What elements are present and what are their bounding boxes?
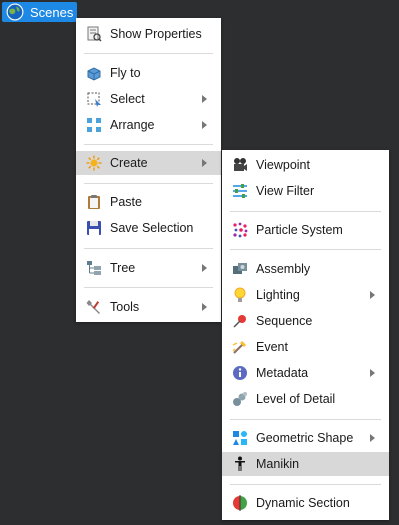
manikin-icon: [235, 456, 245, 471]
properties-icon: [87, 26, 102, 42]
arrange-icon: [87, 118, 101, 132]
menu-item-label: Assembly: [256, 262, 311, 276]
geometric-shape-icon: [233, 431, 247, 445]
menu-item-label: Arrange: [110, 118, 155, 132]
info-icon: [233, 366, 247, 380]
menu-item-label: Manikin: [256, 457, 300, 471]
chevron-right-icon: [202, 95, 207, 103]
menu-item-label: Viewpoint: [256, 158, 310, 172]
camera-icon: [234, 158, 247, 171]
create-submenu: Viewpoint View Filter Particle System As…: [222, 150, 389, 520]
scenes-button[interactable]: Scenes: [2, 2, 77, 22]
menu-item-geometric-shape[interactable]: Geometric Shape: [222, 426, 389, 450]
lightbulb-icon: [234, 287, 246, 302]
chevron-right-icon: [202, 159, 207, 167]
clipboard-icon: [88, 195, 100, 209]
separator: [230, 211, 381, 212]
globe-icon: [6, 3, 24, 21]
separator: [84, 183, 213, 184]
menu-item-label: Show Properties: [110, 27, 202, 41]
separator: [230, 419, 381, 420]
menu-item-label: Tools: [110, 300, 140, 314]
menu-item-save-selection[interactable]: Save Selection: [76, 216, 221, 240]
level-of-detail-icon: [233, 392, 247, 406]
menu-item-viewpoint[interactable]: Viewpoint: [222, 153, 389, 177]
menu-item-create[interactable]: Create: [76, 151, 221, 175]
chevron-right-icon: [202, 264, 207, 272]
menu-item-label: Tree: [110, 261, 136, 275]
menu-item-label: View Filter: [256, 184, 315, 198]
menu-item-manikin[interactable]: Manikin: [222, 452, 389, 476]
event-icon: [232, 341, 246, 354]
scenes-label: Scenes: [30, 4, 74, 20]
menu-item-lighting[interactable]: Lighting: [222, 283, 389, 307]
assembly-icon: [233, 263, 247, 274]
separator: [230, 249, 381, 250]
chevron-right-icon: [202, 303, 207, 311]
chevron-right-icon: [370, 291, 375, 299]
particles-icon: [233, 222, 248, 238]
menu-item-dynamic-section[interactable]: Dynamic Section: [222, 491, 389, 515]
menu-item-label: Paste: [110, 195, 142, 209]
separator: [230, 484, 381, 485]
menu-item-label: Sequence: [256, 314, 313, 328]
menu-item-label: Fly to: [110, 66, 141, 80]
menu-item-assembly[interactable]: Assembly: [222, 257, 389, 281]
menu-item-select[interactable]: Select: [76, 87, 221, 111]
separator: [84, 53, 213, 54]
menu-item-particle-system[interactable]: Particle System: [222, 218, 389, 242]
view-filter-icon: [233, 184, 247, 198]
menu-item-level-of-detail[interactable]: Level of Detail: [222, 387, 389, 411]
menu-item-label: Event: [256, 340, 288, 354]
menu-item-label: Dynamic Section: [256, 496, 350, 510]
menu-item-event[interactable]: Event: [222, 335, 389, 359]
separator: [84, 144, 213, 145]
menu-item-sequence[interactable]: Sequence: [222, 309, 389, 333]
menu-item-tools[interactable]: Tools: [76, 295, 221, 319]
separator: [84, 287, 213, 288]
menu-item-label: Geometric Shape: [256, 431, 354, 445]
menu-item-label: Lighting: [256, 288, 300, 302]
context-menu: Show Properties Fly to Select Arrange Cr…: [76, 18, 221, 322]
menu-item-label: Level of Detail: [256, 392, 336, 406]
menu-item-label: Save Selection: [110, 221, 194, 235]
chevron-right-icon: [370, 369, 375, 377]
menu-item-arrange[interactable]: Arrange: [76, 113, 221, 137]
menu-item-show-properties[interactable]: Show Properties: [76, 22, 221, 46]
chevron-right-icon: [370, 434, 375, 442]
menu-item-metadata[interactable]: Metadata: [222, 361, 389, 385]
separator: [84, 248, 213, 249]
select-icon: [87, 92, 101, 107]
menu-item-label: Particle System: [256, 223, 343, 237]
pushpin-icon: [233, 315, 246, 328]
tools-icon: [86, 300, 100, 314]
fly-to-icon: [87, 67, 101, 81]
menu-item-tree[interactable]: Tree: [76, 256, 221, 280]
menu-item-view-filter[interactable]: View Filter: [222, 179, 389, 203]
floppy-disk-icon: [87, 221, 101, 235]
chevron-right-icon: [202, 121, 207, 129]
menu-item-label: Create: [110, 156, 148, 170]
tree-icon: [87, 261, 101, 275]
menu-item-label: Metadata: [256, 366, 309, 380]
menu-item-fly-to[interactable]: Fly to: [76, 61, 221, 85]
menu-item-label: Select: [110, 92, 145, 106]
create-sparkle-icon: [86, 155, 102, 171]
dynamic-section-icon: [233, 495, 247, 511]
menu-item-paste[interactable]: Paste: [76, 190, 221, 214]
